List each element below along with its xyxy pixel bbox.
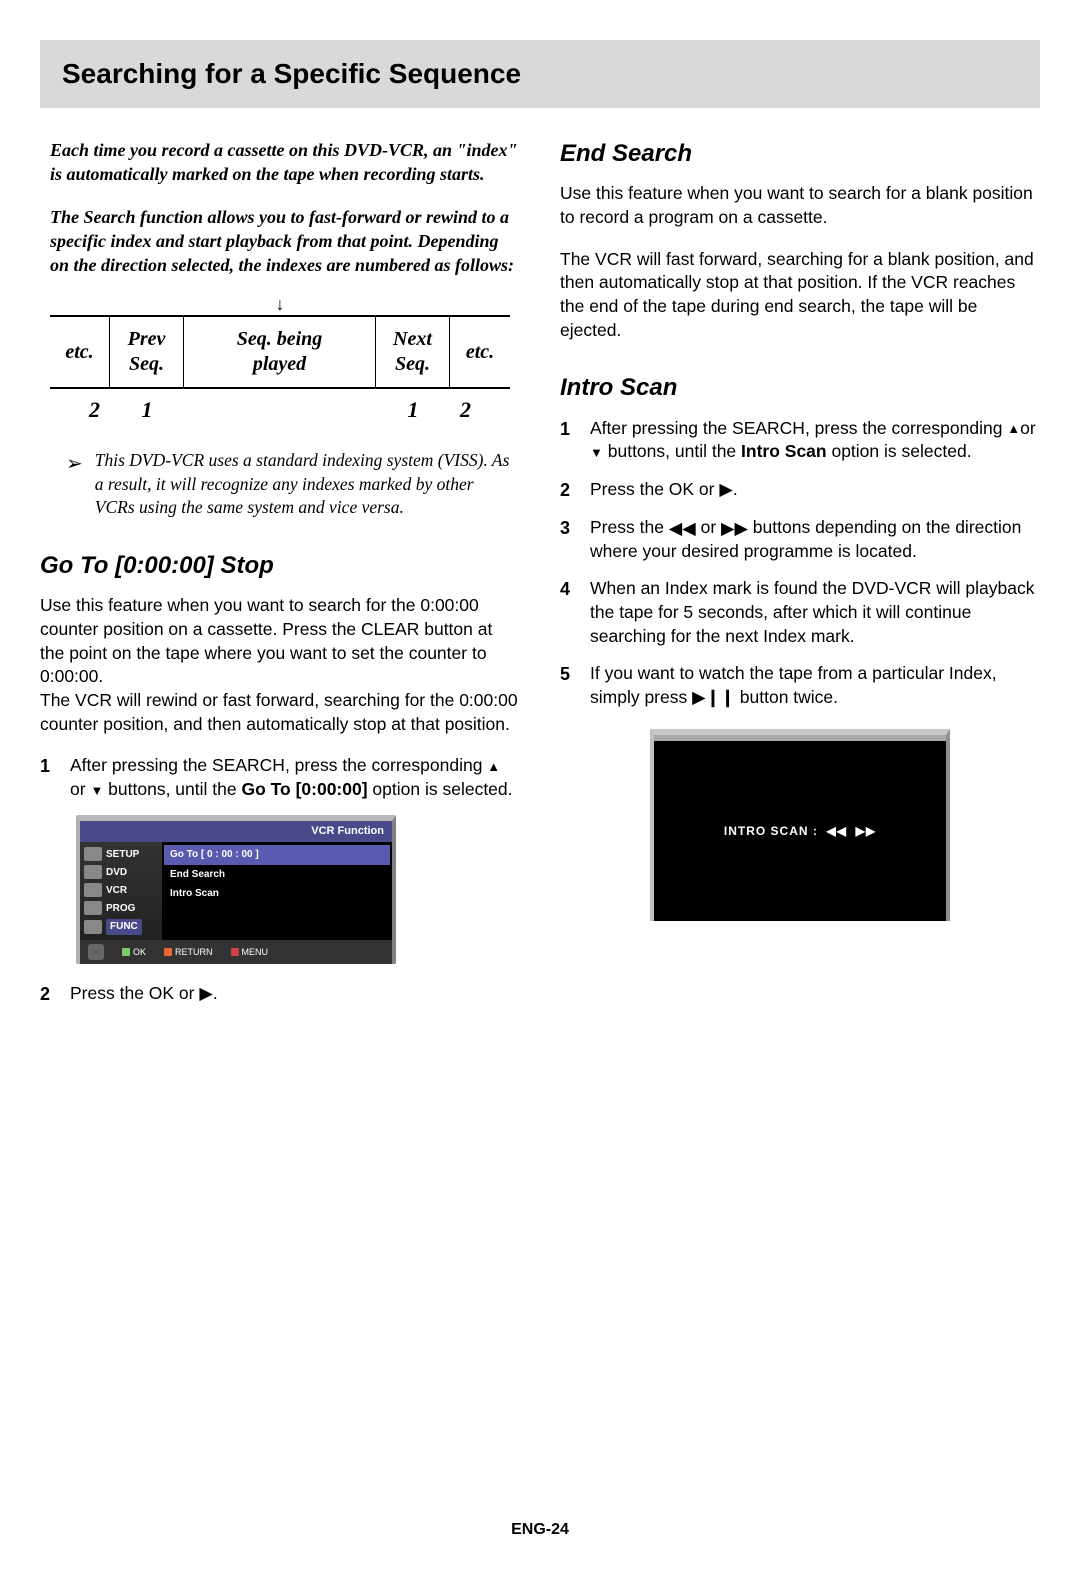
- seq-cell-next: Next Seq.: [376, 317, 450, 387]
- osd-footer: OK RETURN MENU: [80, 940, 392, 964]
- osd-side-dvd: DVD: [80, 863, 162, 881]
- goto-body: Use this feature when you want to search…: [40, 594, 520, 736]
- endsearch-p1: Use this feature when you want to search…: [560, 182, 1040, 229]
- viss-note: ➢ This DVD-VCR uses a standard indexing …: [66, 449, 510, 520]
- intro-scan-screen: INTRO SCAN : ◀◀ ▶▶: [654, 741, 946, 921]
- prog-icon: [84, 901, 102, 915]
- seq-num: 2: [450, 395, 510, 425]
- left-column: Each time you record a cassette on this …: [40, 138, 520, 1020]
- vcr-icon: [84, 883, 102, 897]
- note-arrow-icon: ➢: [66, 451, 83, 520]
- viss-note-text: This DVD-VCR uses a standard indexing sy…: [95, 449, 510, 520]
- fast-forward-icon: ▶▶: [856, 825, 876, 837]
- intro-scan-label: INTRO SCAN :: [724, 823, 818, 839]
- down-icon: ▼: [590, 446, 603, 459]
- sequence-diagram: ↓ etc. Prev Seq. Seq. being played Next …: [50, 295, 510, 425]
- introscan-steps: 1 After pressing the SEARCH, press the c…: [560, 417, 1040, 710]
- page-title: Searching for a Specific Sequence: [62, 58, 1018, 90]
- intro-paragraph-1: Each time you record a cassette on this …: [40, 138, 520, 187]
- seq-num: 1: [376, 395, 450, 425]
- osd-side-setup: SETUP: [80, 845, 162, 863]
- sequence-table: etc. Prev Seq. Seq. being played Next Se…: [50, 315, 510, 389]
- osd-side-prog: PROG: [80, 899, 162, 917]
- osd-foot-ok: OK: [122, 946, 146, 958]
- introscan-step-2: 2 Press the OK or ▶.: [560, 478, 1040, 502]
- endsearch-heading: End Search: [560, 138, 1040, 170]
- goto-step-2-text: Press the OK or ▶.: [70, 982, 520, 1006]
- goto-step-1: 1 After pressing the SEARCH, press the c…: [40, 754, 520, 801]
- intro-paragraph-2: The Search function allows you to fast-f…: [40, 205, 520, 278]
- osd-side-func: FUNC: [80, 917, 162, 937]
- seq-num: 2: [50, 395, 110, 425]
- osd-sidebar: SETUP DVD VCR PROG FUNC: [80, 842, 162, 940]
- intro-scan-display: INTRO SCAN : ◀◀ ▶▶: [650, 729, 950, 921]
- play-pause-icon: ▶❙❙: [692, 689, 735, 707]
- goto-step-1-text: After pressing the SEARCH, press the cor…: [70, 754, 520, 801]
- osd-opt-endsearch: End Search: [164, 865, 390, 885]
- down-icon: ▼: [90, 784, 103, 797]
- introscan-step-3: 3 Press the ◀◀ or ▶▶ buttons depending o…: [560, 516, 1040, 563]
- page-header: Searching for a Specific Sequence: [40, 40, 1040, 108]
- up-icon: ▲: [487, 760, 500, 773]
- introscan-heading: Intro Scan: [560, 372, 1040, 404]
- play-icon: ▶: [199, 985, 212, 1003]
- osd-opt-introscan: Intro Scan: [164, 884, 390, 904]
- rewind-icon: ◀◀: [669, 520, 696, 538]
- seq-cell-etc-left: etc.: [50, 317, 110, 387]
- play-icon: ▶: [719, 481, 732, 499]
- introscan-step-4: 4 When an Index mark is found the DVD-VC…: [560, 577, 1040, 648]
- goto-steps-2: 2 Press the OK or ▶.: [40, 982, 520, 1006]
- goto-step-2: 2 Press the OK or ▶.: [40, 982, 520, 1006]
- page-number: ENG-24: [0, 1521, 1080, 1539]
- func-icon: [84, 920, 102, 934]
- right-column: End Search Use this feature when you wan…: [560, 138, 1040, 1020]
- setup-icon: [84, 847, 102, 861]
- osd-opt-goto: Go To [ 0 : 00 : 00 ]: [164, 845, 390, 865]
- up-icon: ▲: [1007, 422, 1020, 435]
- osd-side-vcr: VCR: [80, 881, 162, 899]
- osd-foot-return: RETURN: [164, 946, 213, 958]
- vcr-function-menu: VCR Function SETUP DVD VCR PROG FUNC Go …: [76, 815, 396, 963]
- seq-num: 1: [110, 395, 184, 425]
- introscan-step-1: 1 After pressing the SEARCH, press the c…: [560, 417, 1040, 464]
- osd-foot-menu: MENU: [231, 946, 269, 958]
- content-columns: Each time you record a cassette on this …: [40, 138, 1040, 1020]
- osd-content: Go To [ 0 : 00 : 00 ] End Search Intro S…: [162, 842, 392, 940]
- seq-cell-etc-right: etc.: [450, 317, 510, 387]
- navpad-icon: [88, 944, 104, 960]
- goto-steps: 1 After pressing the SEARCH, press the c…: [40, 754, 520, 801]
- fast-forward-icon: ▶▶: [721, 520, 748, 538]
- seq-cell-playing: Seq. being played: [184, 317, 376, 387]
- dvd-icon: [84, 865, 102, 879]
- osd-title: VCR Function: [80, 821, 392, 842]
- introscan-step-5: 5 If you want to watch the tape from a p…: [560, 662, 1040, 709]
- seq-cell-prev: Prev Seq.: [110, 317, 184, 387]
- rewind-icon: ◀◀: [827, 825, 847, 837]
- endsearch-p2: The VCR will fast forward, searching for…: [560, 248, 1040, 343]
- goto-heading: Go To [0:00:00] Stop: [40, 550, 520, 582]
- arrow-down-icon: ↓: [50, 295, 510, 313]
- sequence-numbers: 2 1 1 2: [50, 389, 510, 425]
